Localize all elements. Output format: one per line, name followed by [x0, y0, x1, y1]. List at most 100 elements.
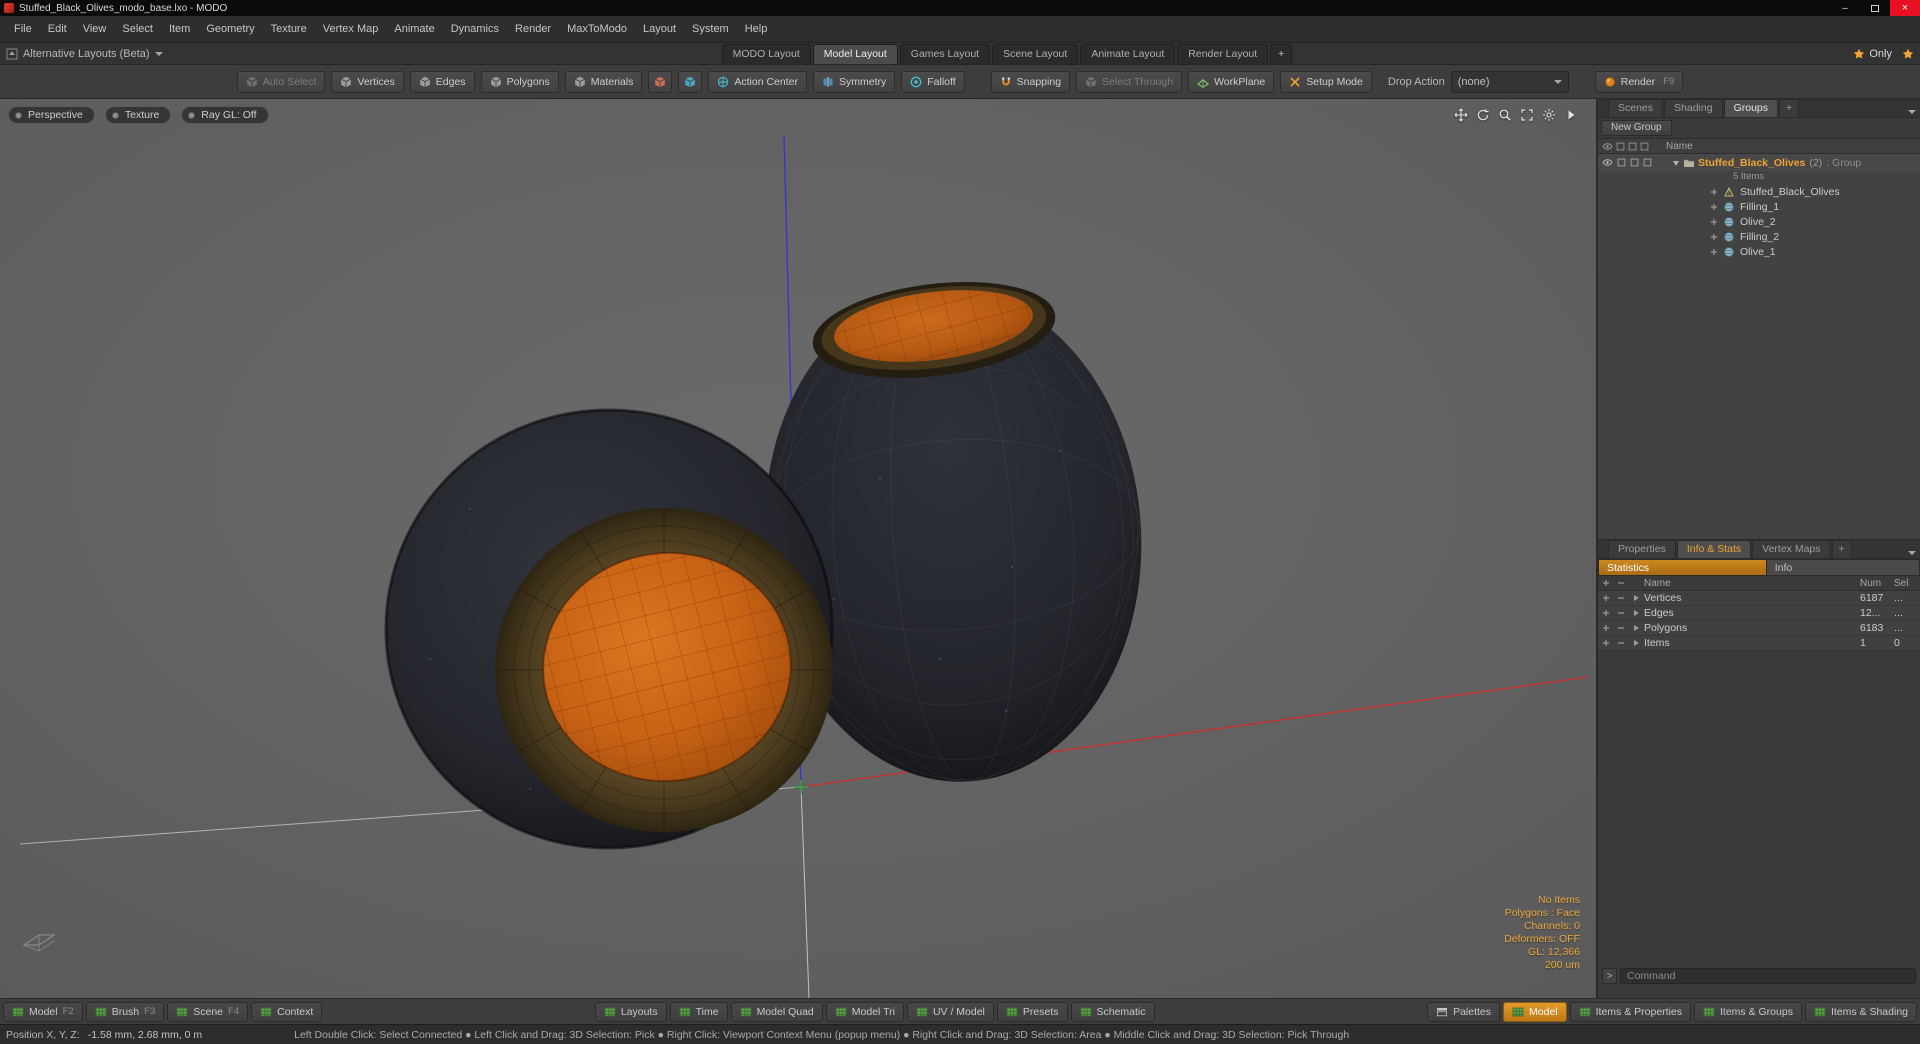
add-selection-icon[interactable] — [1598, 639, 1614, 647]
table-row-items[interactable]: Items 1 0 — [1598, 636, 1920, 651]
minimize-button[interactable]: – — [1830, 0, 1860, 16]
visibility-eye-icon[interactable] — [1602, 157, 1613, 168]
viewport-3d[interactable]: Perspective Texture Ray GL: Off No Items… — [0, 99, 1596, 998]
scene-tools-button[interactable]: Scene F4 — [167, 1001, 249, 1022]
items-shading-button[interactable]: Items & Shading — [1804, 1001, 1917, 1022]
action-center-button[interactable]: Action Center — [708, 70, 807, 93]
menu-maxtomodo[interactable]: MaxToModo — [559, 18, 635, 40]
expand-plus-icon[interactable] — [1710, 218, 1718, 226]
tab-vertex-maps[interactable]: Vertex Maps — [1752, 540, 1831, 558]
expand-plus-icon[interactable] — [1710, 248, 1718, 256]
command-input[interactable] — [1620, 968, 1916, 984]
model-tools-button[interactable]: Model F2 — [3, 1001, 83, 1022]
layouts-button[interactable]: Layouts — [594, 1001, 667, 1022]
symmetry-button[interactable]: Symmetry — [813, 70, 896, 93]
snapping-button[interactable]: Snapping — [990, 70, 1071, 93]
expand-row-icon[interactable] — [1628, 609, 1644, 617]
items-properties-button[interactable]: Items & Properties — [1569, 1001, 1691, 1022]
menu-render[interactable]: Render — [507, 18, 559, 40]
command-prompt[interactable]: > — [1602, 968, 1617, 984]
tab-model-layout[interactable]: Model Layout — [812, 44, 898, 64]
setup-mode-button[interactable]: Setup Mode — [1280, 70, 1372, 93]
remove-selection-icon[interactable] — [1614, 639, 1628, 647]
expand-row-icon[interactable] — [1628, 639, 1644, 647]
add-selection-icon[interactable] — [1598, 624, 1614, 632]
menu-geometry[interactable]: Geometry — [198, 18, 262, 40]
tab-scenes[interactable]: Scenes — [1608, 99, 1664, 117]
add-selection-icon[interactable] — [1598, 594, 1614, 602]
menu-item[interactable]: Item — [161, 18, 198, 40]
group-row-stuffed-black-olives[interactable]: Stuffed_Black_Olives (2) : Group — [1598, 154, 1920, 171]
tab-properties[interactable]: Properties — [1608, 540, 1676, 558]
add-panel-tab-button[interactable]: + — [1831, 540, 1852, 558]
alternative-layouts-dropdown[interactable]: Alternative Layouts (Beta) — [0, 48, 163, 60]
subtab-info[interactable]: Info — [1766, 559, 1920, 576]
expand-plus-icon[interactable] — [1710, 188, 1718, 196]
palettes-button[interactable]: Palettes — [1427, 1001, 1501, 1022]
context-button[interactable]: Context — [251, 1001, 323, 1022]
panel-corner-icon[interactable] — [1908, 546, 1916, 558]
tab-info-stats[interactable]: Info & Stats — [1676, 540, 1752, 558]
falloff-button[interactable]: Falloff — [901, 70, 965, 93]
tab-modo-layout[interactable]: MODO Layout — [721, 44, 811, 64]
add-panel-tab-button[interactable]: + — [1779, 99, 1800, 117]
tree-item-stuffed-black-olives[interactable]: Stuffed_Black_Olives — [1598, 184, 1920, 199]
lock-toggle-icon[interactable] — [1630, 158, 1639, 167]
menu-file[interactable]: File — [6, 18, 40, 40]
close-button[interactable]: × — [1890, 0, 1920, 16]
presets-button[interactable]: Presets — [996, 1001, 1068, 1022]
menu-dynamics[interactable]: Dynamics — [443, 18, 507, 40]
add-selection-icon[interactable] — [1598, 609, 1614, 617]
drop-action-select[interactable]: (none) — [1450, 70, 1569, 93]
tree-item-filling-2[interactable]: Filling_2 — [1598, 229, 1920, 244]
model-quad-button[interactable]: Model Quad — [730, 1001, 823, 1022]
tab-shading[interactable]: Shading — [1664, 99, 1723, 117]
add-layout-tab-button[interactable]: + — [1270, 44, 1293, 64]
menu-system[interactable]: System — [684, 18, 737, 40]
maximize-viewport-icon[interactable] — [1520, 108, 1534, 122]
tree-item-filling-1[interactable]: Filling_1 — [1598, 199, 1920, 214]
polygons-mode-button[interactable]: Polygons — [480, 70, 559, 93]
menu-help[interactable]: Help — [737, 18, 776, 40]
red-cube-icon-button[interactable] — [648, 70, 673, 93]
maximize-button[interactable] — [1860, 0, 1890, 16]
expand-plus-icon[interactable] — [1710, 203, 1718, 211]
pan-move-icon[interactable] — [1454, 108, 1468, 122]
vertices-mode-button[interactable]: Vertices — [331, 70, 404, 93]
brush-tools-button[interactable]: Brush F3 — [85, 1001, 165, 1022]
new-group-button[interactable]: New Group — [1601, 120, 1672, 136]
edges-mode-button[interactable]: Edges — [409, 70, 475, 93]
viewport-menu-arrow-icon[interactable] — [1564, 108, 1578, 122]
menu-select[interactable]: Select — [114, 18, 161, 40]
orbit-rotate-icon[interactable] — [1476, 108, 1490, 122]
perspective-view-button[interactable]: Perspective — [8, 106, 95, 124]
menu-edit[interactable]: Edit — [40, 18, 75, 40]
expand-plus-icon[interactable] — [1710, 233, 1718, 241]
select-through-toggle[interactable]: Select Through — [1076, 70, 1183, 93]
tab-scene-layout[interactable]: Scene Layout — [992, 44, 1079, 64]
expand-row-icon[interactable] — [1628, 624, 1644, 632]
viewport-options-gear-icon[interactable] — [1542, 108, 1556, 122]
remove-selection-icon[interactable] — [1614, 594, 1628, 602]
time-button[interactable]: Time — [669, 1001, 728, 1022]
expand-row-icon[interactable] — [1628, 594, 1644, 602]
table-row-edges[interactable]: Edges 12... ... — [1598, 606, 1920, 621]
tab-games-layout[interactable]: Games Layout — [899, 44, 991, 64]
expand-collapse-icon[interactable] — [1672, 159, 1680, 167]
uv-model-button[interactable]: UV / Model — [906, 1001, 994, 1022]
raygl-toggle-button[interactable]: Ray GL: Off — [181, 106, 269, 124]
tree-item-olive-2[interactable]: Olive_2 — [1598, 214, 1920, 229]
model-layout-quick-button[interactable]: Model — [1503, 1001, 1567, 1022]
tab-groups[interactable]: Groups — [1723, 99, 1779, 117]
auto-select-toggle[interactable]: Auto Select — [236, 70, 326, 93]
schematic-button[interactable]: Schematic — [1070, 1001, 1155, 1022]
tab-render-layout[interactable]: Render Layout — [1177, 44, 1269, 64]
filter-toggle-icon[interactable] — [1643, 158, 1652, 167]
render-button[interactable]: Render F9 — [1594, 70, 1684, 93]
texture-shading-button[interactable]: Texture — [104, 106, 172, 124]
pin-star-icon[interactable] — [1902, 48, 1914, 60]
remove-selection-icon[interactable] — [1614, 609, 1628, 617]
teal-cube-icon-button[interactable] — [678, 70, 703, 93]
table-row-polygons[interactable]: Polygons 6183 ... — [1598, 621, 1920, 636]
menu-view[interactable]: View — [75, 18, 115, 40]
